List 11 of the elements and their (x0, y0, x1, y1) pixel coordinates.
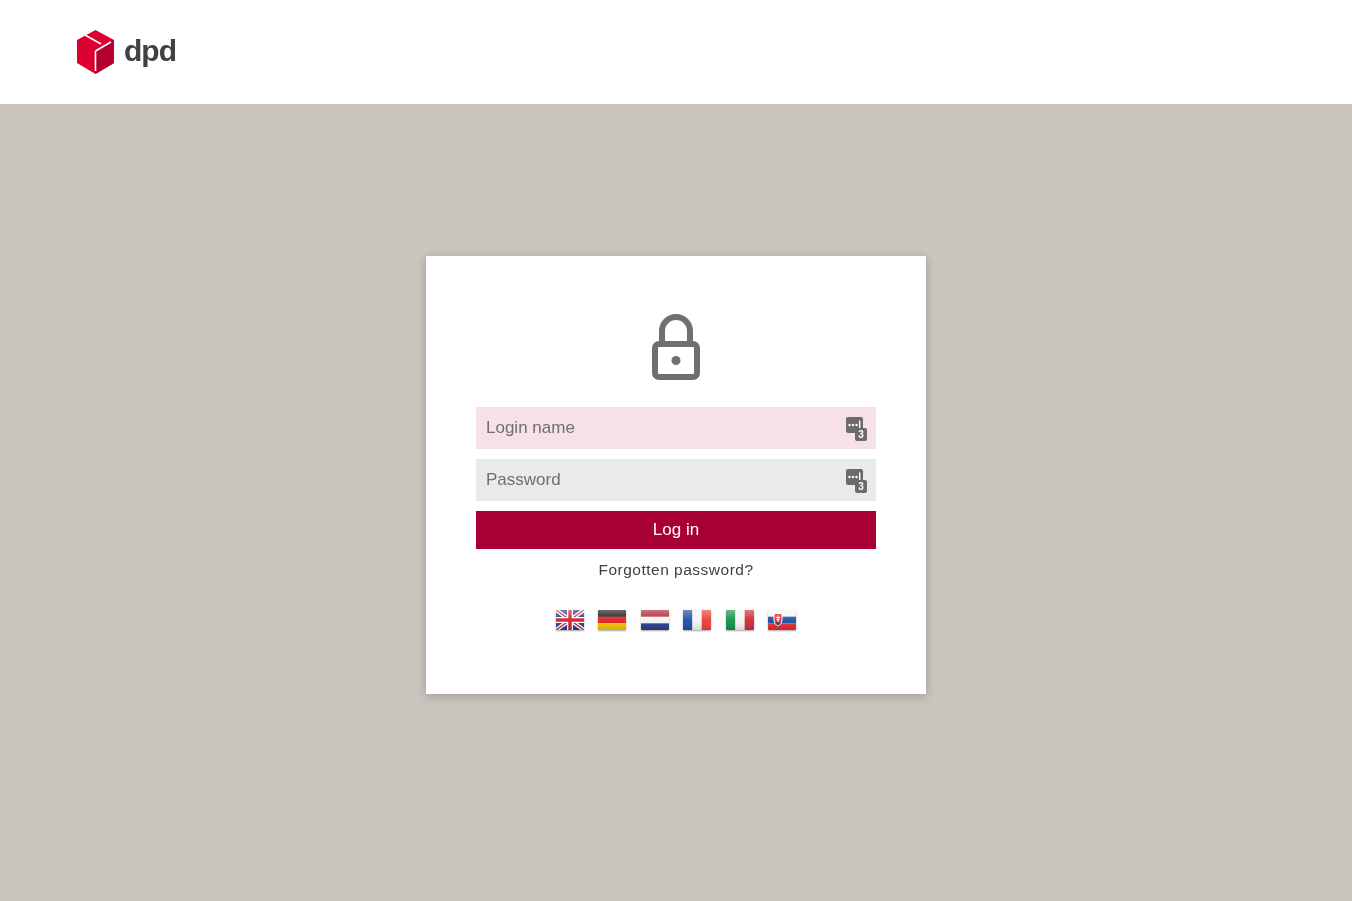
slovak-flag-icon[interactable] (767, 610, 796, 630)
logo-wordmark: dpd (124, 36, 176, 68)
italian-flag-icon[interactable] (725, 610, 754, 630)
dutch-flag-icon[interactable] (640, 610, 669, 630)
german-flag-icon[interactable] (598, 610, 627, 630)
french-flag-icon[interactable] (683, 610, 712, 630)
cube-logo-icon (77, 30, 114, 74)
login-button[interactable]: Log in (476, 511, 876, 549)
padlock-icon (652, 312, 700, 380)
british-flag-icon[interactable] (556, 610, 584, 630)
forgotten-password-link[interactable]: Forgotten password? (598, 560, 754, 579)
